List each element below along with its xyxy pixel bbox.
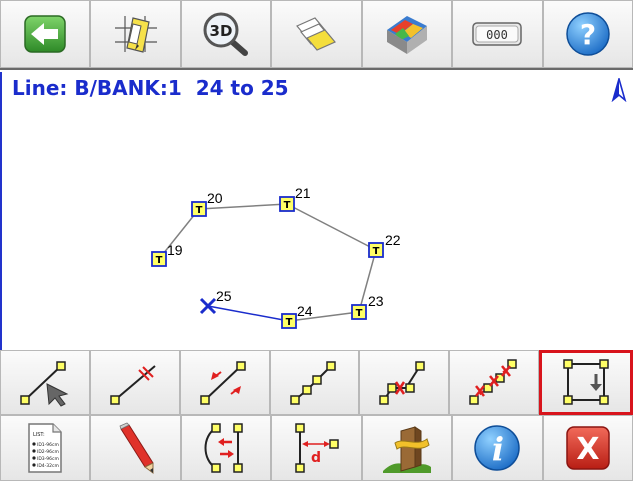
edit-plan-button[interactable] <box>90 0 181 68</box>
segment-24-25[interactable] <box>207 305 290 322</box>
break-line-button[interactable] <box>89 350 180 415</box>
survey-point[interactable]: T 21 <box>279 185 311 212</box>
select-line-icon <box>20 360 69 407</box>
offset-label: d <box>311 450 321 466</box>
list-title: LIST: <box>33 432 45 438</box>
list-line: ID2-96cm <box>37 449 59 455</box>
back-arrow-icon <box>24 15 66 53</box>
app-window: 3D 000 ? Line: B/BANK:1 24 to 25 T 19 T … <box>0 0 633 481</box>
edit-button[interactable] <box>90 415 181 481</box>
point-label: 25 <box>216 288 232 304</box>
list-line: ID3-96cm <box>37 456 59 462</box>
close-line-icon <box>563 358 609 405</box>
point-code: T <box>356 308 363 319</box>
point-label: 23 <box>368 293 384 309</box>
survey-line <box>158 203 377 322</box>
close-label: X <box>576 432 599 467</box>
delete-segments-button[interactable] <box>449 350 540 415</box>
segment-21-22[interactable] <box>286 203 377 251</box>
break-line-icon <box>110 364 156 405</box>
info-label: i <box>492 430 504 468</box>
info-button[interactable]: i <box>452 415 543 481</box>
3d-magnifier-icon: 3D <box>203 12 249 56</box>
point-code: T <box>284 200 291 211</box>
help-button[interactable]: ? <box>542 0 633 68</box>
list-line: ID1-96cm <box>37 442 59 448</box>
top-toolbar: 3D 000 ? <box>0 0 633 70</box>
stake-icon <box>382 426 431 473</box>
close-icon: X <box>565 426 610 470</box>
drawing-canvas[interactable]: Line: B/BANK:1 24 to 25 T 19 T 20 T 21 T… <box>0 72 633 350</box>
survey-point[interactable]: T 23 <box>351 293 384 320</box>
delete-segments-icon <box>469 358 517 405</box>
point-label: 22 <box>385 232 401 248</box>
point-code: T <box>196 205 203 216</box>
delete-point-button[interactable] <box>359 350 450 415</box>
keypad-button[interactable]: 000 <box>452 0 543 68</box>
point-code: T <box>373 246 380 257</box>
list-icon: LIST: ID1-96cm ID2-96cm ID3-96cm ID4-32c… <box>28 423 62 473</box>
point-label: 24 <box>297 303 313 319</box>
line-tools-toolbar <box>0 350 633 415</box>
bottom-toolbar: LIST: ID1-96cm ID2-96cm ID3-96cm ID4-32c… <box>0 415 633 481</box>
keypad-icon: 000 <box>472 22 523 46</box>
reverse-line-icon <box>199 360 246 405</box>
help-icon: ? <box>565 12 610 56</box>
reverse-line-button[interactable] <box>179 350 270 415</box>
back-button[interactable] <box>0 0 91 68</box>
3d-label: 3D <box>210 22 233 40</box>
surface-model-icon <box>386 16 427 54</box>
keypad-label: 000 <box>486 28 508 42</box>
stake-button[interactable] <box>361 415 453 481</box>
survey-point[interactable]: T 20 <box>191 190 223 217</box>
pencil-icon <box>119 422 154 474</box>
offset-button[interactable]: d <box>271 415 362 481</box>
survey-point[interactable]: T 22 <box>368 232 401 258</box>
layers-icon <box>296 17 337 51</box>
surface-model-button[interactable] <box>361 0 453 68</box>
select-line-button[interactable] <box>0 350 90 415</box>
point-label: 21 <box>295 185 311 201</box>
polyline-button[interactable] <box>269 350 360 415</box>
point-code: T <box>156 255 163 266</box>
polyline-icon <box>289 360 336 405</box>
list-line: ID4-32cm <box>37 463 59 469</box>
list-button[interactable]: LIST: ID1-96cm ID2-96cm ID3-96cm ID4-32c… <box>0 415 91 481</box>
point-code: T <box>286 317 293 328</box>
delete-point-icon <box>379 360 426 405</box>
point-label: 19 <box>167 242 183 258</box>
survey-point[interactable]: T 24 <box>281 303 313 329</box>
layers-button[interactable] <box>271 0 362 68</box>
help-label: ? <box>580 18 596 51</box>
curve-direction-button[interactable] <box>180 415 272 481</box>
info-icon: i <box>474 425 521 471</box>
point-label: 20 <box>207 190 223 206</box>
plan-edit-icon <box>114 16 157 53</box>
close-line-button[interactable] <box>539 350 633 415</box>
curve-direction-icon <box>204 423 243 473</box>
close-button[interactable]: X <box>542 415 633 481</box>
3d-view-button[interactable]: 3D <box>180 0 272 68</box>
survey-point[interactable]: T 19 <box>151 242 183 267</box>
survey-plot: T 19 T 20 T 21 T 22 T 23 T 24 25 <box>151 185 401 329</box>
offset-icon: d <box>295 423 340 473</box>
